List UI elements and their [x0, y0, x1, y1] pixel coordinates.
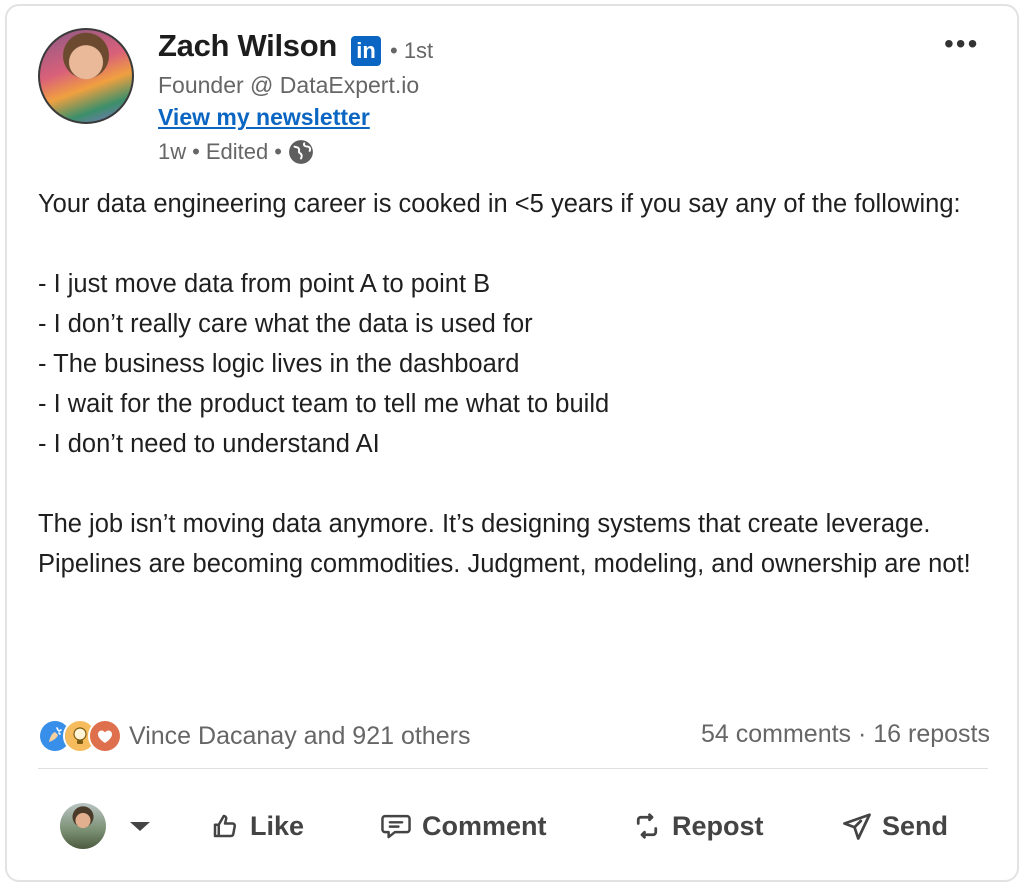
reactions-summary[interactable]: Vince Dacanay and 921 others [38, 718, 470, 754]
edited-label: Edited [205, 139, 269, 164]
newsletter-link[interactable]: View my newsletter [158, 104, 370, 131]
post-body: Your data engineering career is cooked i… [38, 190, 971, 578]
reaction-identity-selector[interactable] [60, 796, 150, 856]
send-label: Send [882, 810, 949, 841]
author-avatar[interactable] [38, 28, 134, 124]
connection-degree: • 1st [390, 38, 434, 63]
my-avatar [60, 803, 106, 849]
meta-separator: • [274, 139, 282, 164]
author-name[interactable]: Zach Wilson [158, 28, 337, 64]
reactions-text[interactable]: Vince Dacanay and 921 others [129, 722, 470, 751]
repost-label: Repost [672, 810, 764, 841]
thumbs-up-icon [210, 811, 240, 841]
send-button[interactable]: Send [842, 796, 948, 856]
caret-down-icon [130, 821, 150, 831]
meta-separator: • [192, 139, 200, 164]
more-options-icon[interactable]: ••• [944, 28, 979, 60]
repost-button[interactable]: Repost [632, 796, 764, 856]
love-icon [88, 719, 122, 753]
repost-icon [632, 811, 662, 841]
comments-reposts-count[interactable]: 54 comments · 16 reposts [701, 720, 990, 749]
comment-icon [380, 811, 412, 841]
action-bar: Like Comment Repost Send [38, 796, 988, 856]
divider [38, 768, 988, 769]
comment-label: Comment [422, 810, 547, 841]
post-meta: 1w • Edited • [158, 139, 314, 165]
comment-button[interactable]: Comment [380, 796, 547, 856]
like-button[interactable]: Like [210, 796, 304, 856]
globe-icon [288, 139, 314, 165]
send-icon [842, 811, 872, 841]
post-time: 1w [158, 139, 187, 164]
like-label: Like [250, 810, 305, 841]
author-headline: Founder @ DataExpert.io [158, 72, 420, 98]
linkedin-icon: in [351, 36, 381, 66]
